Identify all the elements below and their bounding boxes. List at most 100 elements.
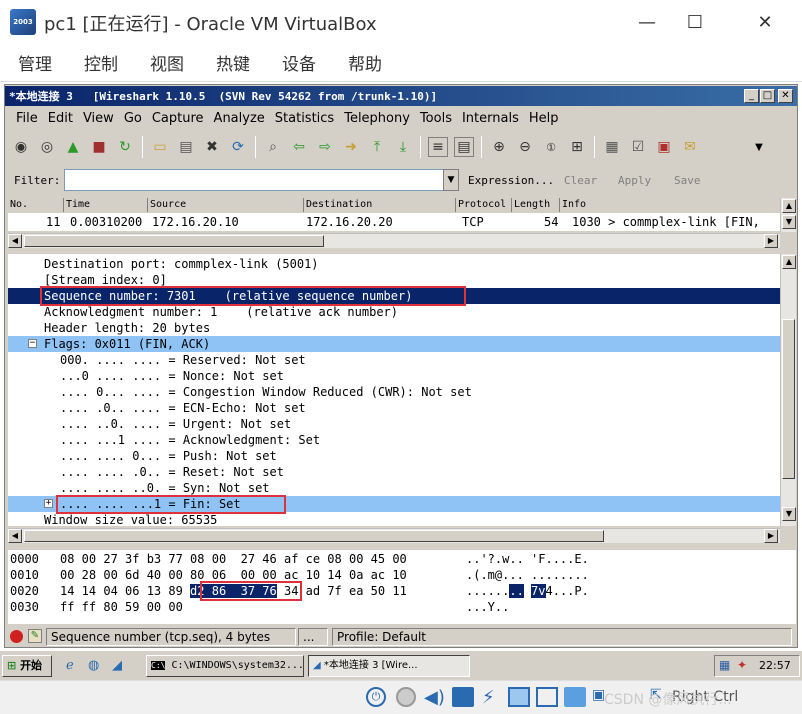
expert-info-icon[interactable]: [10, 630, 23, 643]
restart-capture-icon[interactable]: ↻: [115, 137, 135, 157]
hex-bytes[interactable]: 14 14 04 06 13 89: [60, 584, 190, 598]
save-button[interactable]: Save: [674, 174, 701, 187]
hex-bytes[interactable]: ff ff 80 59 00 00: [60, 599, 183, 615]
autoscroll-icon[interactable]: ▤: [454, 137, 474, 157]
go-to-packet-icon[interactable]: ➜: [341, 137, 361, 157]
task-cmd[interactable]: C:\ C:\WINDOWS\system32...: [146, 655, 304, 677]
comments-icon[interactable]: ✎: [28, 629, 42, 643]
scroll-left-icon[interactable]: ◀: [8, 529, 22, 543]
minimize-button[interactable]: —: [624, 6, 670, 38]
hscroll-thumb[interactable]: [24, 235, 324, 247]
hex-bytes[interactable]: 08 00 27 3f b3 77 08 00 27 46 af ce 08 0…: [60, 551, 407, 567]
detail-window-size[interactable]: Window size value: 65535: [8, 512, 780, 526]
flag-urgent[interactable]: .... ..0. .... = Urgent: Not set: [8, 416, 780, 432]
menu-tools[interactable]: Tools: [420, 111, 452, 126]
preferences-icon[interactable]: ✉: [680, 137, 700, 157]
collapse-icon[interactable]: −: [28, 339, 37, 348]
column-no[interactable]: No.: [8, 198, 64, 212]
menu-statistics[interactable]: Statistics: [275, 111, 334, 126]
go-first-icon[interactable]: ⤒: [367, 137, 387, 157]
hex-ascii[interactable]: ...Y..: [466, 599, 509, 615]
menu-help[interactable]: 帮助: [348, 50, 382, 75]
flag-ecn-echo[interactable]: .... .0.. .... = ECN-Echo: Not set: [8, 400, 780, 416]
display-filters-icon[interactable]: ☑: [628, 137, 648, 157]
flag-reserved[interactable]: 000. .... .... = Reserved: Not set: [8, 352, 780, 368]
flag-nonce[interactable]: ...0 .... .... = Nonce: Not set: [8, 368, 780, 384]
scroll-up-icon[interactable]: ▲: [782, 199, 796, 213]
network-adapter-icon[interactable]: [452, 687, 474, 707]
details-hscrollbar[interactable]: ◀ ▶: [8, 528, 780, 543]
packet-list-vscrollbar[interactable]: ▲ ▼: [780, 198, 796, 232]
menu-manage[interactable]: 管理: [18, 50, 52, 75]
flag-cwr[interactable]: .... 0... .... = Congestion Window Reduc…: [8, 384, 780, 400]
vscroll-thumb[interactable]: [782, 319, 795, 479]
menu-go[interactable]: Go: [124, 111, 142, 126]
scroll-right-icon[interactable]: ▶: [764, 234, 778, 248]
save-file-icon[interactable]: ▤: [176, 137, 196, 157]
hard-disk-icon[interactable]: ⏻: [366, 687, 386, 707]
capture-filters-icon[interactable]: ▦: [602, 137, 622, 157]
zoom-in-icon[interactable]: ⊕: [489, 137, 509, 157]
scroll-left-icon[interactable]: ◀: [8, 234, 22, 248]
maximize-button[interactable]: ☐: [672, 6, 718, 38]
usb-icon[interactable]: ⚡: [482, 687, 495, 708]
go-back-icon[interactable]: ⇦: [289, 137, 309, 157]
packet-row[interactable]: 11 0.00310200 172.16.20.10 172.16.20.20 …: [8, 213, 780, 231]
hex-ascii-selected[interactable]: ..: [509, 584, 524, 598]
display-icon[interactable]: [536, 687, 558, 707]
hscroll-thumb[interactable]: [24, 530, 604, 542]
hex-ascii-row[interactable]: ........ 7v4...P.: [466, 583, 589, 599]
hex-ascii[interactable]: 4...P.: [546, 584, 589, 598]
column-destination[interactable]: Destination: [304, 198, 456, 212]
task-wireshark[interactable]: ◢ *本地连接 3 [Wire...: [308, 655, 470, 677]
ws-minimize-button[interactable]: _: [744, 89, 759, 103]
toolbar-overflow-icon[interactable]: ▼: [749, 137, 769, 157]
ws-maximize-button[interactable]: □: [760, 89, 775, 103]
column-info[interactable]: Info: [560, 198, 780, 212]
flag-ack[interactable]: .... ...1 .... = Acknowledgment: Set: [8, 432, 780, 448]
audio-icon[interactable]: ◀): [424, 687, 445, 708]
optical-drive-icon[interactable]: [396, 687, 416, 707]
expression-button[interactable]: Expression...: [468, 174, 554, 187]
stop-capture-icon[interactable]: ■: [89, 137, 109, 157]
menu-file[interactable]: File: [16, 111, 38, 126]
hex-ascii[interactable]: ..'?.w.. 'F....E.: [466, 551, 589, 567]
column-length[interactable]: Length: [512, 198, 560, 212]
find-packet-icon[interactable]: ⌕: [263, 137, 283, 157]
expand-icon[interactable]: +: [44, 499, 53, 508]
column-source[interactable]: Source: [148, 198, 304, 212]
status-profile[interactable]: Profile: Default: [332, 628, 792, 646]
coloring-rules-icon[interactable]: ▣: [654, 137, 674, 157]
scroll-up-icon[interactable]: ▲: [782, 255, 796, 269]
start-capture-icon[interactable]: ▲: [63, 137, 83, 157]
start-button[interactable]: ⊞ 开始: [2, 655, 52, 677]
close-button[interactable]: ✕: [742, 6, 788, 38]
scroll-right-icon[interactable]: ▶: [764, 529, 778, 543]
network-icon[interactable]: ▦: [719, 658, 730, 672]
menu-control[interactable]: 控制: [84, 50, 118, 75]
packet-list-hscrollbar[interactable]: ◀ ▶: [8, 233, 780, 248]
detail-ack-number[interactable]: Acknowledgment number: 1 (relative ack n…: [8, 304, 780, 320]
options-icon[interactable]: ◎: [37, 137, 57, 157]
menu-view[interactable]: 视图: [150, 50, 184, 75]
reload-icon[interactable]: ⟳: [228, 137, 248, 157]
flag-push[interactable]: .... .... 0... = Push: Not set: [8, 448, 780, 464]
hex-ascii[interactable]: [524, 584, 531, 598]
hex-ascii[interactable]: .(.m@... ........: [466, 567, 589, 583]
shared-folders-icon[interactable]: [508, 687, 530, 707]
menu-view[interactable]: View: [83, 111, 114, 126]
resize-columns-icon[interactable]: ⊞: [567, 137, 587, 157]
go-forward-icon[interactable]: ⇨: [315, 137, 335, 157]
open-file-icon[interactable]: ▭: [150, 137, 170, 157]
ie-icon[interactable]: ℯ: [66, 658, 74, 673]
menu-devices[interactable]: 设备: [282, 50, 316, 75]
scroll-down-icon[interactable]: ▼: [782, 507, 796, 521]
apply-button[interactable]: Apply: [618, 174, 651, 187]
close-file-icon[interactable]: ✖: [202, 137, 222, 157]
menu-capture[interactable]: Capture: [152, 111, 204, 126]
menu-analyze[interactable]: Analyze: [214, 111, 265, 126]
menu-help[interactable]: Help: [529, 111, 559, 126]
normal-size-icon[interactable]: ①: [541, 137, 561, 157]
detail-flags[interactable]: Flags: 0x011 (FIN, ACK): [8, 336, 780, 352]
interfaces-icon[interactable]: ◉: [11, 137, 31, 157]
